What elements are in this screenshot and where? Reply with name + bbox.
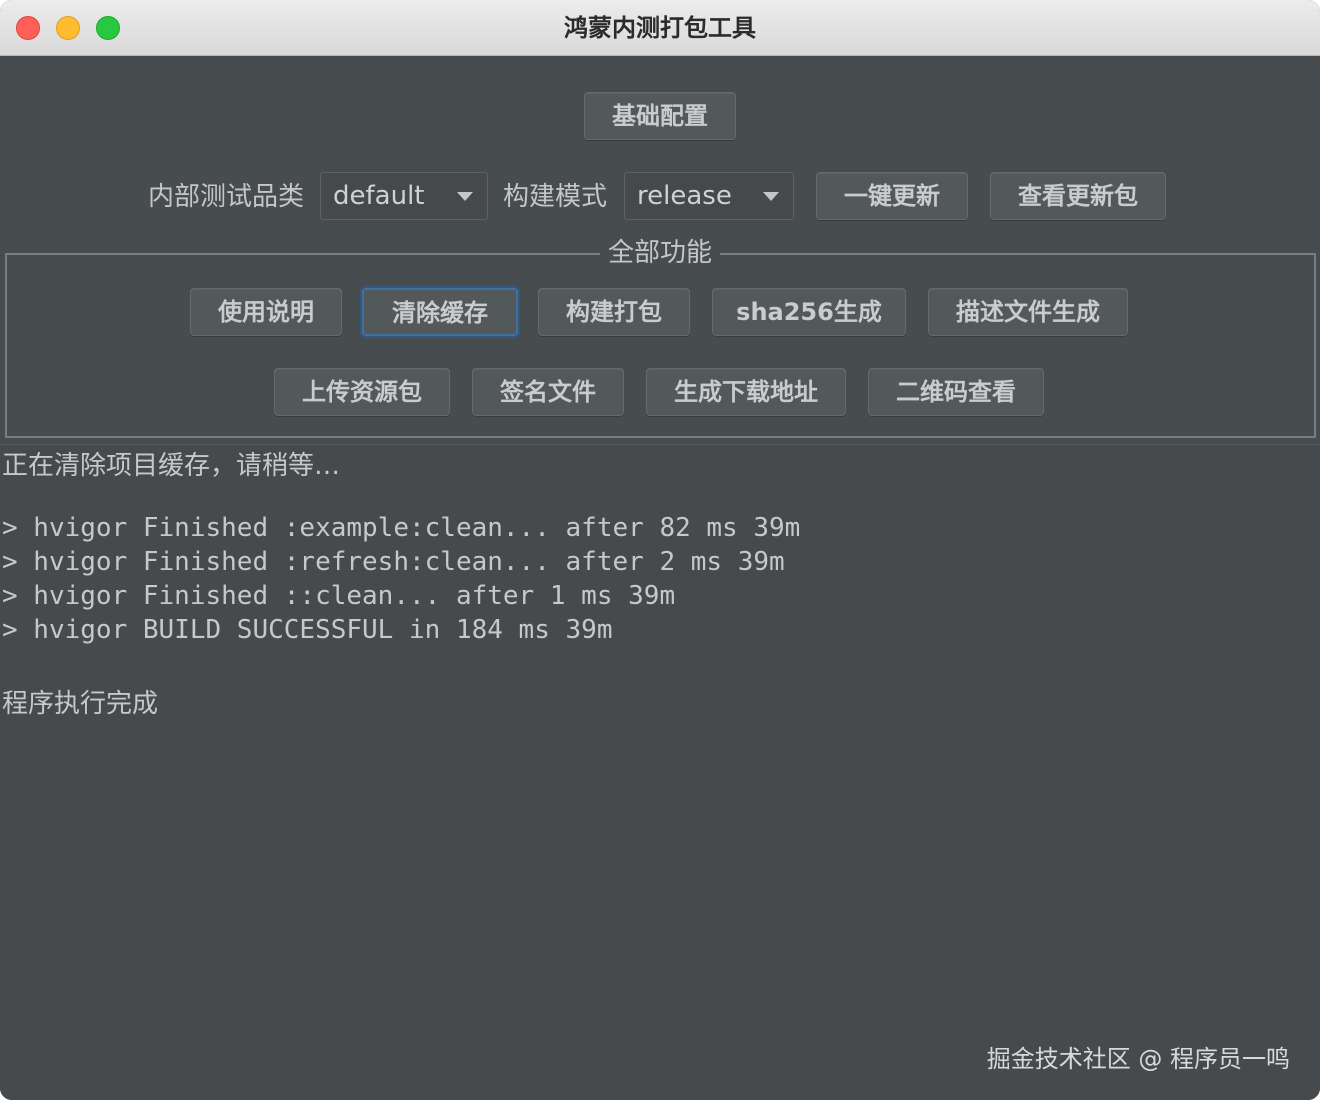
clear-cache-button[interactable]: 清除缓存 xyxy=(362,288,518,336)
log-line: 程序执行完成 xyxy=(2,689,159,719)
log-line: > hvigor Finished :example:clean... afte… xyxy=(2,513,801,543)
window-title: 鸿蒙内测打包工具 xyxy=(564,14,756,42)
upload-resource-button[interactable]: 上传资源包 xyxy=(274,368,450,416)
qrcode-view-button[interactable]: 二维码查看 xyxy=(868,368,1044,416)
product-category-value: default xyxy=(333,181,425,211)
chevron-down-icon xyxy=(457,192,473,201)
title-bar: 鸿蒙内测打包工具 xyxy=(0,0,1320,56)
build-package-button[interactable]: 构建打包 xyxy=(538,288,690,336)
log-line: > hvigor BUILD SUCCESSFUL in 184 ms 39m xyxy=(2,615,613,645)
usage-instructions-button[interactable]: 使用说明 xyxy=(190,288,342,336)
generate-download-url-button[interactable]: 生成下载地址 xyxy=(646,368,846,416)
build-mode-label: 构建模式 xyxy=(503,182,608,212)
build-mode-value: release xyxy=(637,181,732,211)
log-line: > hvigor Finished ::clean... after 1 ms … xyxy=(2,581,676,611)
watermark: 掘金技术社区 @ 程序员一鸣 xyxy=(986,1045,1290,1073)
one-click-update-button[interactable]: 一键更新 xyxy=(816,172,968,220)
log-output[interactable]: 正在清除项目缓存，请稍等… > hvigor Finished :example… xyxy=(0,444,1320,1100)
product-category-select[interactable]: default xyxy=(320,172,488,220)
app-window: 鸿蒙内测打包工具 基础配置 内部测试品类 default 构建模式 releas… xyxy=(0,0,1320,1100)
signature-file-button[interactable]: 签名文件 xyxy=(472,368,624,416)
log-line: 正在清除项目缓存，请稍等… xyxy=(2,451,341,481)
view-update-package-button[interactable]: 查看更新包 xyxy=(990,172,1166,220)
product-category-label: 内部测试品类 xyxy=(148,182,305,212)
sha256-generate-button[interactable]: sha256生成 xyxy=(712,288,906,336)
basic-config-button[interactable]: 基础配置 xyxy=(584,92,736,140)
profile-generate-button[interactable]: 描述文件生成 xyxy=(928,288,1128,336)
chevron-down-icon xyxy=(763,192,779,201)
log-line: > hvigor Finished :refresh:clean... afte… xyxy=(2,547,785,577)
build-mode-select[interactable]: release xyxy=(624,172,794,220)
group-title: 全部功能 xyxy=(600,236,721,270)
